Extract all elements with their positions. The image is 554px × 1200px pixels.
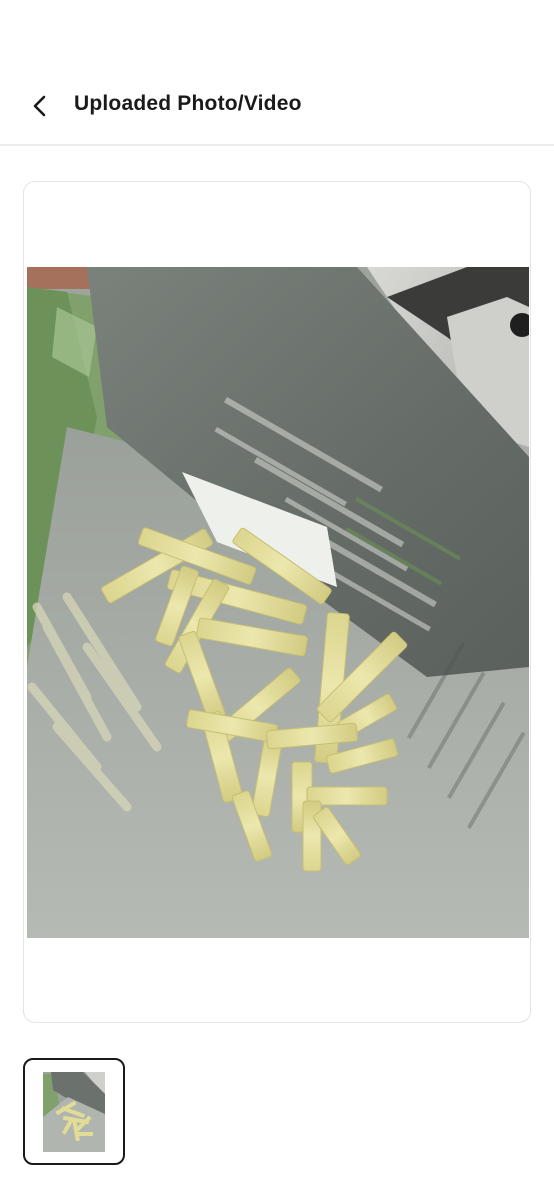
app-header: Uploaded Photo/Video bbox=[0, 0, 554, 146]
media-preview-card bbox=[23, 181, 531, 1023]
page-title: Uploaded Photo/Video bbox=[74, 92, 302, 115]
media-thumbnail-selected[interactable] bbox=[23, 1058, 125, 1165]
photo-thumbnail-icon bbox=[43, 1072, 105, 1152]
back-button[interactable] bbox=[22, 88, 58, 124]
chevron-left-icon bbox=[33, 95, 46, 117]
uploaded-photo[interactable] bbox=[27, 267, 529, 938]
